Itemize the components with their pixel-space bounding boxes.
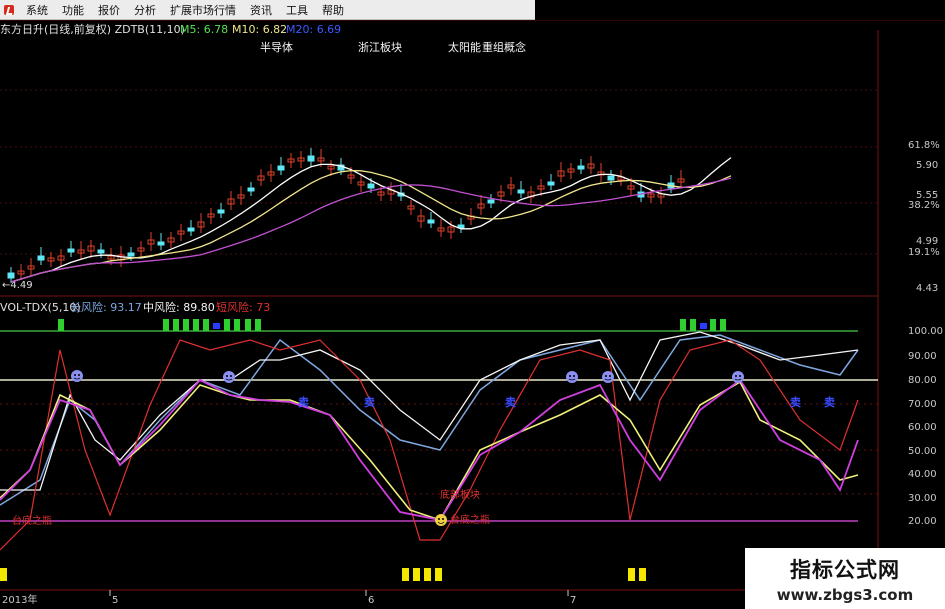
candle-body	[247, 187, 255, 192]
ma5-label: M5: 6.78	[180, 23, 228, 36]
bottom-label: 台底之瓶	[12, 514, 52, 527]
top-signal-bars	[58, 319, 726, 331]
mid-risk-label: 中风险: 89.80	[143, 300, 215, 314]
axis-label: 38.2%	[908, 200, 940, 211]
sell-marker: 卖	[298, 395, 309, 409]
axis-label: 100.00	[908, 326, 943, 337]
axis-label: 40.00	[908, 469, 937, 480]
indicator-line	[0, 331, 859, 491]
top-signal-marker	[213, 323, 220, 329]
candle-body	[547, 181, 555, 186]
ma10-label: M10: 6.82	[232, 23, 287, 36]
menu-item-tools[interactable]: 工具	[280, 2, 316, 18]
ma20-label: M20: 6.69	[286, 23, 341, 36]
time-axis: 2013年 5 6 7	[2, 593, 576, 606]
long-risk-label: 长风险: 93.17	[70, 300, 142, 314]
price-right-axis: 61.8% 5.90 5.55 38.2% 4.99 19.1% 4.43	[908, 140, 940, 294]
candle-body	[217, 209, 225, 214]
watermark-banner: 指标公式网 www.zbgs3.com	[745, 548, 945, 609]
candle-body	[367, 183, 375, 189]
indicator-series	[0, 331, 859, 551]
candle-body	[157, 241, 165, 246]
low-price-label: ←4.49	[2, 280, 33, 291]
sell-marker: 卖	[364, 395, 375, 409]
candle-body	[187, 227, 195, 232]
candle-body	[307, 155, 315, 162]
ma-line	[10, 177, 732, 283]
axis-label: 30.00	[908, 493, 937, 504]
face-icon	[71, 370, 83, 382]
axis-label: 70.00	[908, 399, 937, 410]
time-label: 6	[368, 595, 374, 606]
stock-chart[interactable]: 东方日升(日线,前复权) ZDTB(11,10) M5: 6.78 M10: 6…	[0, 20, 945, 609]
candle-body	[277, 165, 285, 171]
watermark-url: www.zbgs3.com	[776, 586, 914, 604]
candle-body	[7, 272, 15, 279]
concept-label: 浙江板块	[358, 40, 402, 54]
short-risk-label: 短风险: 73	[216, 300, 270, 314]
bottom-label: 台底之瓶	[450, 513, 490, 526]
axis-label: 90.00	[908, 351, 937, 362]
price-grid	[0, 89, 878, 255]
axis-label: 61.8%	[908, 140, 940, 151]
concept-label: 半导体	[260, 40, 293, 54]
axis-label: 4.43	[916, 283, 938, 294]
price-panel-title: 东方日升(日线,前复权) ZDTB(11,10)	[0, 22, 185, 36]
axis-label: 60.00	[908, 422, 937, 433]
candle-body	[607, 175, 615, 181]
menu-item-help[interactable]: 帮助	[316, 2, 352, 18]
face-icon	[223, 371, 235, 383]
menu-item-quote[interactable]: 报价	[92, 2, 128, 18]
candle-body	[97, 249, 105, 254]
moving-average-series	[10, 157, 732, 283]
watermark-title: 指标公式网	[790, 558, 900, 582]
indicator-right-axis: 100.00 90.00 80.00 70.00 60.00 50.00 40.…	[908, 326, 943, 527]
candle-body	[67, 248, 75, 253]
menu-item-system[interactable]: 系统	[20, 2, 56, 18]
axis-label: 50.00	[908, 446, 937, 457]
axis-label: 4.99	[916, 236, 938, 247]
time-label: 2013年	[2, 593, 37, 606]
time-label: 5	[112, 595, 118, 606]
time-label: 7	[570, 595, 576, 606]
face-icon	[732, 371, 744, 383]
face-markers	[71, 370, 744, 526]
sell-marker: 卖	[790, 395, 801, 409]
concept-label: 太阳能	[448, 40, 481, 54]
menu-item-extended-market[interactable]: 扩展市场行情	[164, 2, 244, 18]
menu-bar: 系统 功能 报价 分析 扩展市场行情 资讯 工具 帮助	[0, 0, 535, 20]
face-icon	[566, 371, 578, 383]
axis-label: 19.1%	[908, 247, 940, 258]
axis-label: 80.00	[908, 375, 937, 386]
concept-label: 重组概念	[482, 40, 526, 54]
indicator-line	[0, 334, 859, 506]
sell-marker: 卖	[505, 395, 516, 409]
menu-item-news[interactable]: 资讯	[244, 2, 280, 18]
top-signal-marker	[700, 323, 707, 329]
candle-body	[577, 165, 585, 170]
smiley-icon	[435, 514, 447, 526]
candle-body	[127, 252, 135, 257]
indicator-title: VOL-TDX(5,10)	[0, 301, 81, 314]
bottom-signal-bars	[0, 568, 646, 581]
bottom-label: 底部板块	[440, 488, 480, 501]
candle-body	[517, 189, 525, 194]
candle-body	[37, 255, 45, 261]
sell-marker: 卖	[824, 395, 835, 409]
app-logo-icon	[2, 3, 16, 17]
menu-item-function[interactable]: 功能	[56, 2, 92, 18]
face-icon	[602, 371, 614, 383]
time-ticks	[109, 590, 569, 596]
axis-label: 5.90	[916, 160, 938, 171]
candle-body	[487, 199, 495, 204]
axis-label: 20.00	[908, 516, 937, 527]
candle-body	[427, 219, 435, 224]
menu-item-analysis[interactable]: 分析	[128, 2, 164, 18]
